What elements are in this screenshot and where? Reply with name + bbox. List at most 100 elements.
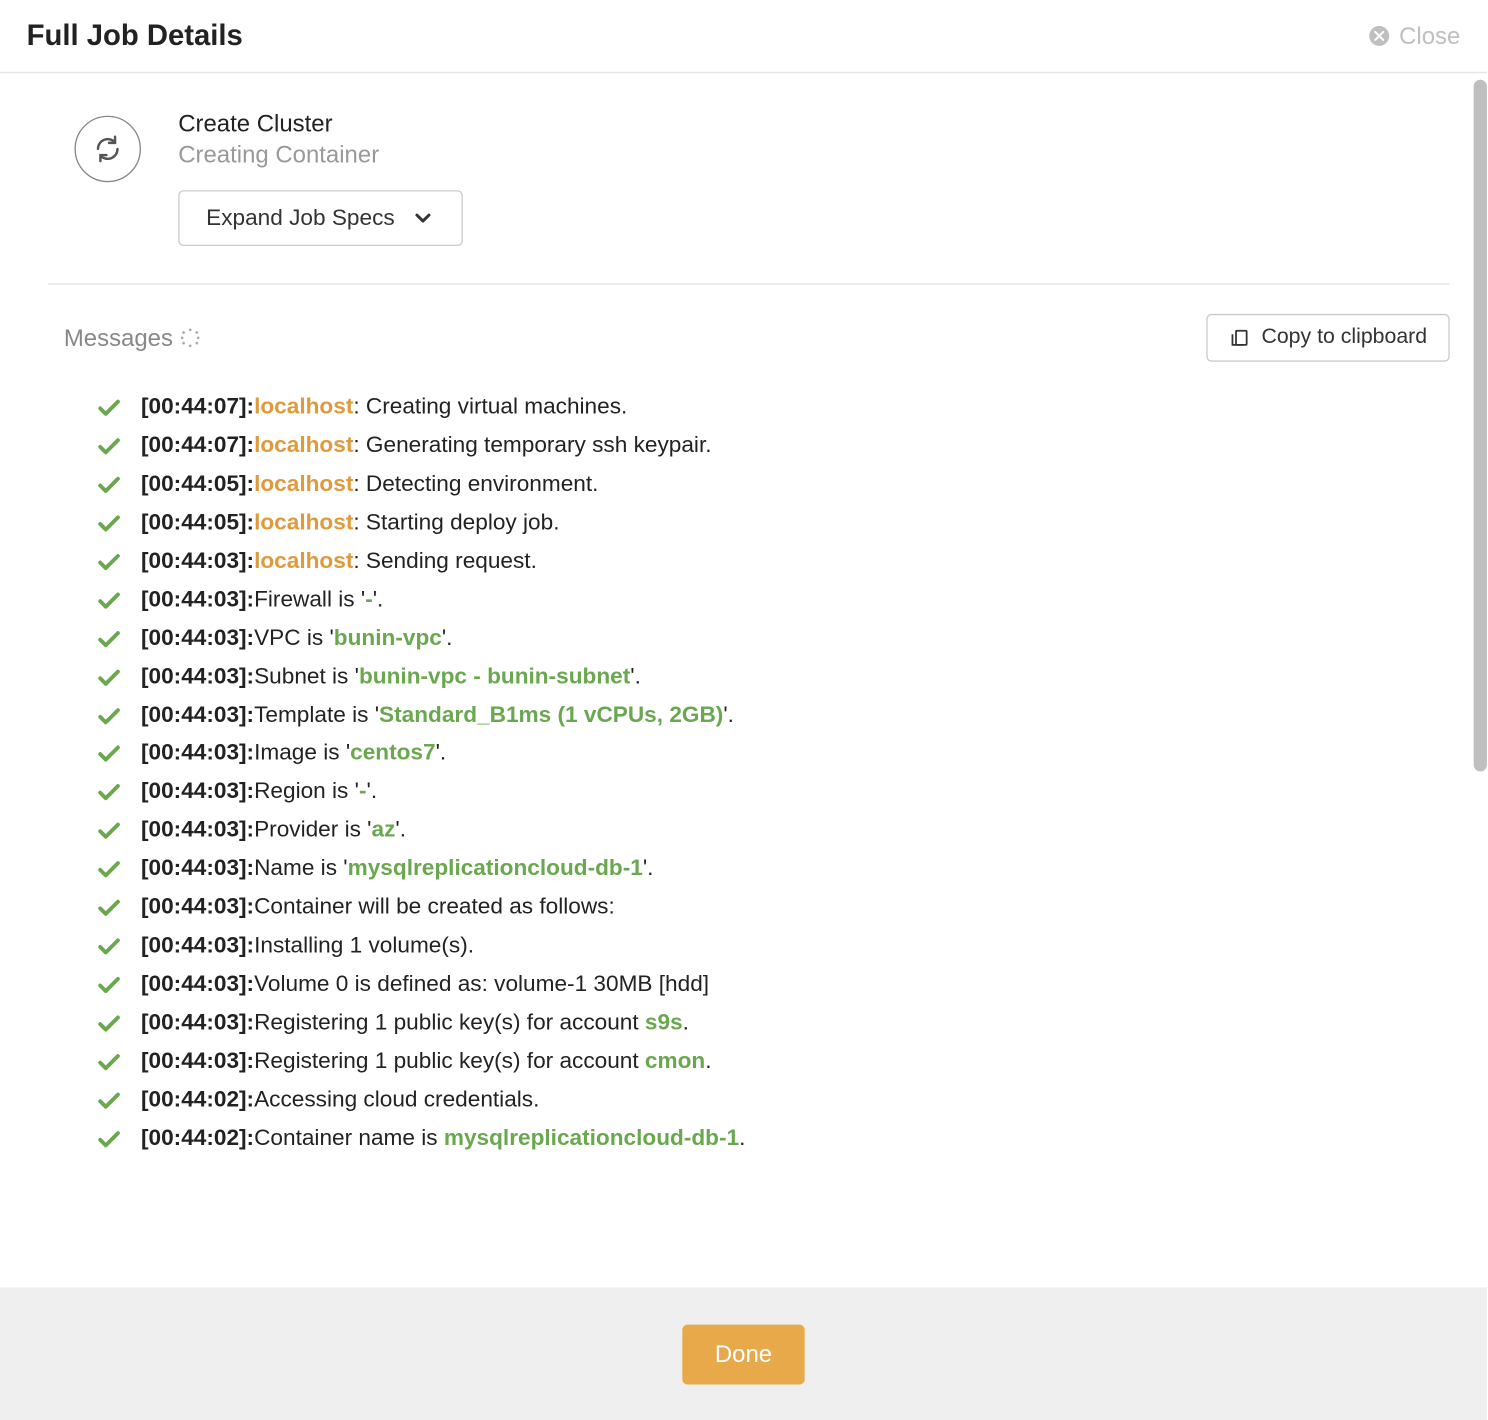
job-header: Create Cluster Creating Container Expand… [48,110,1450,246]
message-value: mysqlreplicationcloud-db-1 [348,856,643,881]
message-row: [00:44:07]:localhost: Generating tempora… [96,427,1450,465]
message-row: [00:44:03]:Image is 'centos7'. [96,735,1450,773]
message-host: localhost [254,394,353,419]
message-text: [00:44:03]:localhost: Sending request. [141,546,537,577]
check-icon [96,934,123,961]
check-icon [96,703,123,730]
copy-to-clipboard-button[interactable]: Copy to clipboard [1207,314,1450,362]
close-icon [1367,24,1391,48]
message-row: [00:44:03]:Region is '-'. [96,773,1450,811]
close-label: Close [1399,22,1460,50]
message-value: az [372,817,396,842]
message-timestamp: [00:44:03]: [141,817,254,842]
message-row: [00:44:05]:localhost: Starting deploy jo… [96,504,1450,542]
message-text: [00:44:03]:Registering 1 public key(s) f… [141,1047,712,1078]
message-segment: . [683,1009,689,1034]
message-value: bunin-vpc [334,625,442,650]
messages-label-text: Messages [64,324,173,352]
message-row: [00:44:02]:Accessing cloud credentials. [96,1081,1450,1119]
message-text: [00:44:03]:Name is 'mysqlreplicationclou… [141,854,653,885]
message-segment: Name is ' [254,856,348,881]
message-text: [00:44:03]:Image is 'centos7'. [141,739,446,770]
check-icon [96,1011,123,1038]
message-segment: Provider is ' [254,817,371,842]
message-text: [00:44:03]:Subnet is 'bunin-vpc - bunin-… [141,662,641,693]
message-timestamp: [00:44:03]: [141,971,254,996]
message-segment: Template is ' [254,702,379,727]
message-segment: . [739,1125,745,1150]
message-text: [00:44:03]:Template is 'Standard_B1ms (1… [141,700,734,731]
message-text: [00:44:02]:Accessing cloud credentials. [141,1085,539,1116]
expand-job-specs-button[interactable]: Expand Job Specs [178,190,462,246]
message-text: [00:44:02]:Container name is mysqlreplic… [141,1124,745,1155]
message-text: [00:44:05]:localhost: Detecting environm… [141,469,598,500]
chevron-down-icon [411,206,435,230]
message-segment: . [705,1048,711,1073]
message-timestamp: [00:44:05]: [141,471,254,496]
message-timestamp: [00:44:03]: [141,740,254,765]
message-timestamp: [00:44:03]: [141,1048,254,1073]
message-row: [00:44:05]:localhost: Detecting environm… [96,465,1450,503]
message-segment: Accessing cloud credentials. [254,1086,539,1111]
message-segment: Registering 1 public key(s) for account [254,1048,645,1073]
check-icon [96,895,123,922]
message-text: [00:44:03]:Provider is 'az'. [141,816,406,847]
message-row: [00:44:03]:Name is 'mysqlreplicationclou… [96,850,1450,888]
scrollbar[interactable] [1474,80,1487,772]
check-icon [96,972,123,999]
message-value: Standard_B1ms (1 vCPUs, 2GB) [379,702,723,727]
message-segment: Volume 0 is defined as: volume-1 30MB [h… [254,971,709,996]
done-button[interactable]: Done [683,1324,804,1384]
message-text: [00:44:03]:Container will be created as … [141,893,615,924]
message-row: [00:44:03]:Provider is 'az'. [96,812,1450,850]
message-text: [00:44:07]:localhost: Creating virtual m… [141,392,627,423]
message-timestamp: [00:44:03]: [141,779,254,804]
message-segment: '. [643,856,654,881]
message-row: [00:44:03]:Volume 0 is defined as: volum… [96,966,1450,1004]
message-segment: '. [395,817,406,842]
message-row: [00:44:07]:localhost: Creating virtual m… [96,388,1450,426]
message-timestamp: [00:44:05]: [141,509,254,534]
message-segment: '. [366,779,377,804]
message-value: mysqlreplicationcloud-db-1 [444,1125,739,1150]
check-icon [96,510,123,537]
message-host: localhost [254,471,353,496]
check-icon [96,626,123,653]
refresh-icon [93,134,122,163]
loading-spinner-icon [181,329,200,348]
message-text: [00:44:03]:Region is '-'. [141,777,377,808]
message-row: [00:44:03]:VPC is 'bunin-vpc'. [96,619,1450,657]
message-segment: : Detecting environment. [353,471,598,496]
modal-header: Full Job Details Close [0,0,1487,73]
message-timestamp: [00:44:03]: [141,1009,254,1034]
check-icon [96,1049,123,1076]
message-segment: '. [373,586,384,611]
message-value: - [359,779,367,804]
message-segment: '. [630,663,641,688]
check-icon [96,472,123,499]
check-icon [96,587,123,614]
message-text: [00:44:03]:Installing 1 volume(s). [141,931,474,962]
message-timestamp: [00:44:07]: [141,432,254,457]
check-icon [96,780,123,807]
message-segment: Region is ' [254,779,359,804]
message-row: [00:44:03]:Registering 1 public key(s) f… [96,1004,1450,1042]
message-timestamp: [00:44:03]: [141,586,254,611]
message-segment: Subnet is ' [254,663,359,688]
message-segment: VPC is ' [254,625,334,650]
message-timestamp: [00:44:02]: [141,1125,254,1150]
message-row: [00:44:03]:Container will be created as … [96,889,1450,927]
message-row: [00:44:03]:Firewall is '-'. [96,581,1450,619]
message-segment: Installing 1 volume(s). [254,932,474,957]
message-text: [00:44:05]:localhost: Starting deploy jo… [141,508,559,539]
message-segment: Container name is [254,1125,444,1150]
clipboard-icon [1230,327,1251,348]
message-timestamp: [00:44:03]: [141,625,254,650]
message-row: [00:44:03]:Subnet is 'bunin-vpc - bunin-… [96,658,1450,696]
messages-label: Messages [48,324,200,352]
modal-footer: Done [0,1287,1487,1420]
close-button[interactable]: Close [1367,22,1460,50]
message-segment: '. [436,740,447,765]
message-segment: : Creating virtual machines. [353,394,627,419]
message-text: [00:44:03]:VPC is 'bunin-vpc'. [141,623,452,654]
